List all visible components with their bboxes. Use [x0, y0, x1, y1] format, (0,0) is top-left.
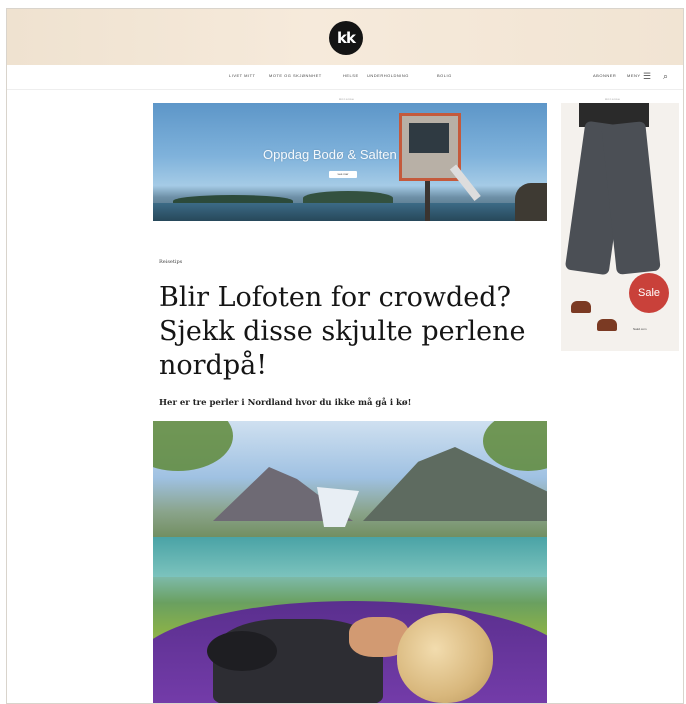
person-hair-shape: [397, 613, 493, 703]
article-subheadline: Her er tre perler i Nordland hvor du ikk…: [159, 398, 412, 408]
banner-ad-button[interactable]: Les mer: [329, 171, 357, 178]
main-nav: Livet mitt Mote og skjønnhet Helse Under…: [7, 65, 683, 90]
nav-item-underholdning[interactable]: Underholdning: [367, 73, 409, 78]
lake-shape: [153, 537, 547, 577]
foliage-shape: [483, 421, 547, 471]
nav-item-helse[interactable]: Helse: [343, 73, 359, 78]
nav-item-bolig[interactable]: Bolig: [437, 73, 452, 78]
banner-ad-title: Oppdag Bodø & Salten: [263, 147, 397, 162]
sandal-shape: [597, 319, 617, 331]
sale-badge[interactable]: Sale: [629, 273, 669, 313]
sandal-shape: [571, 301, 591, 313]
subscribe-link[interactable]: Abonner: [593, 73, 616, 78]
nav-item-livet-mitt[interactable]: Livet mitt: [229, 73, 255, 78]
article-headline: Blir Lofoten for crowded? Sjekk disse sk…: [159, 282, 526, 381]
foliage-shape: [153, 421, 233, 471]
article-kicker[interactable]: Reisetips: [159, 259, 182, 265]
side-ad[interactable]: Sale Nakd.com: [561, 103, 679, 351]
nav-item-mote[interactable]: Mote og skjønnhet: [269, 73, 322, 78]
search-icon[interactable]: ⌕: [663, 71, 668, 82]
side-ad-label: Annonse: [605, 97, 621, 101]
banner-ad-label: Annonse: [339, 97, 355, 101]
side-ad-brand: Nakd.com: [633, 327, 647, 331]
banner-ad[interactable]: Oppdag Bodø & Salten Les mer: [153, 103, 547, 221]
site-header: kk: [7, 9, 683, 65]
browser-page: kk Livet mitt Mote og skjønnhet Helse Un…: [6, 8, 684, 704]
rock-shape: [515, 183, 547, 221]
menu-link[interactable]: Meny: [627, 73, 641, 78]
article-hero-image: [153, 421, 547, 703]
hamburger-icon[interactable]: ☰: [643, 71, 651, 82]
cap-shape: [207, 631, 277, 671]
sea-shape: [153, 203, 547, 221]
cabin-illustration: [389, 107, 485, 221]
site-logo[interactable]: kk: [329, 21, 363, 55]
